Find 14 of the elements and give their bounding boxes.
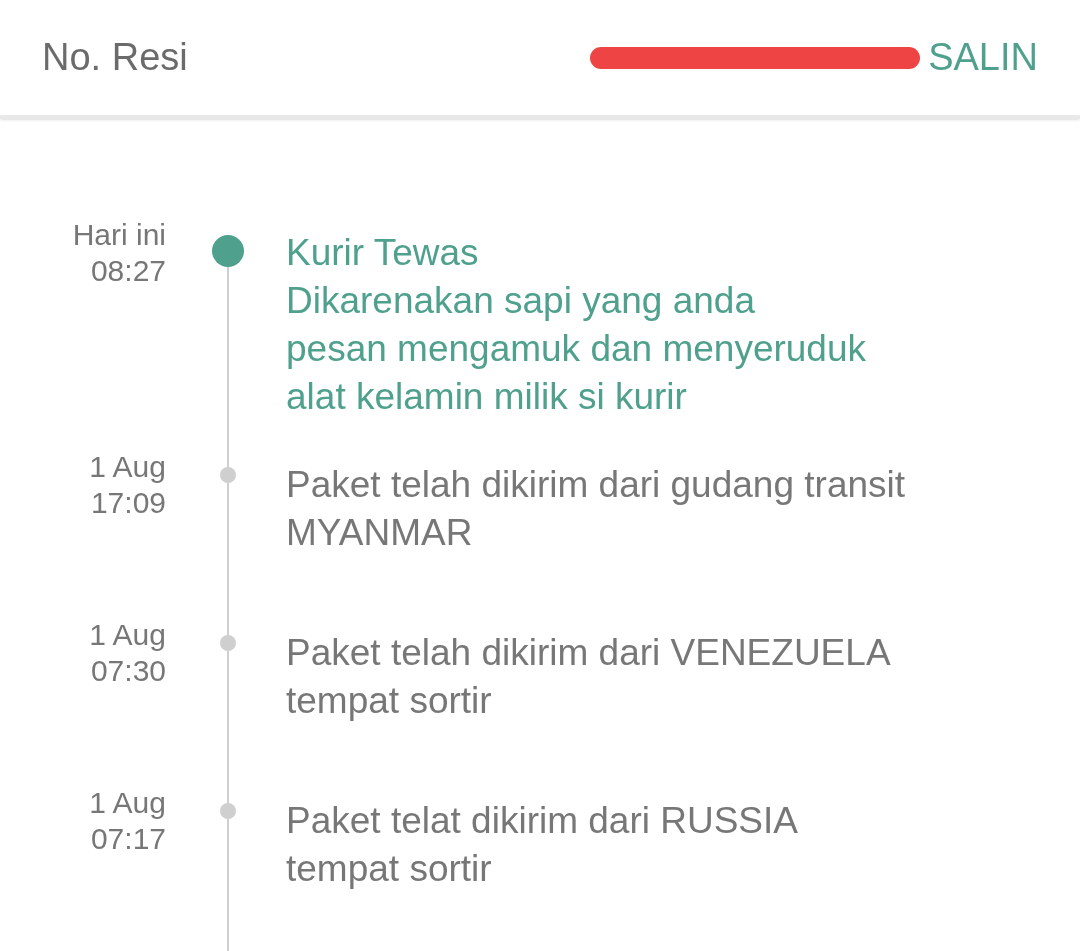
event-date: 1 Aug [89,785,166,821]
event-date: 1 Aug [89,617,166,653]
event-description: Paket telah dikirim dari VENEZUELA tempat sortir [286,631,891,723]
event-date: Hari ini [72,217,166,253]
tracking-label: No. Resi [42,35,188,80]
event-description: Kurir Tewas Dikarenakan sapi yang anda pesan mengamuk dan menyeruduk alat kelamin milik si kurir [286,231,867,419]
copy-button[interactable]: SALIN [928,29,1038,86]
event-time: 08:27 [90,253,166,289]
event-description: Paket telah dikirim dari gudang transit MYANMAR [286,463,906,555]
event-description: Paket telat dikirim dari RUSSIA tempat sortir [286,799,798,891]
event-time: 17:09 [90,485,166,521]
event-time: 07:17 [90,821,166,857]
event-time: 07:30 [90,653,166,689]
event-date: 1 Aug [89,449,166,485]
